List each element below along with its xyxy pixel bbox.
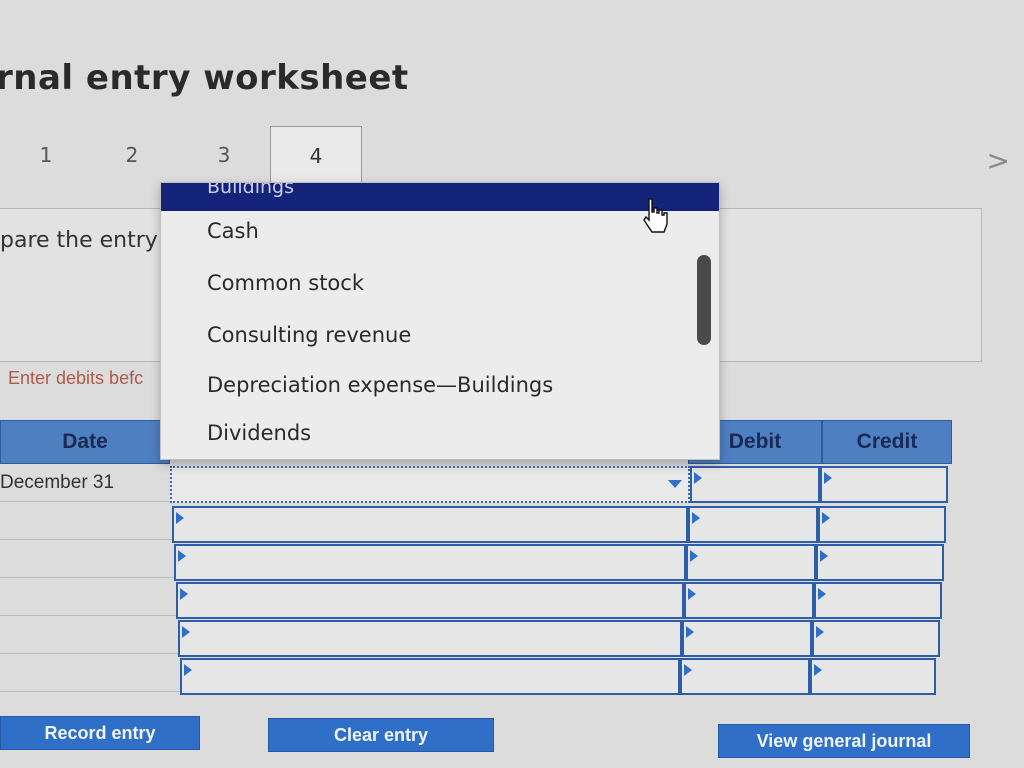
account-dropdown-list[interactable]: Buildings Cash Common stock Consulting r…: [160, 182, 720, 460]
triangle-marker-icon: [182, 626, 190, 638]
note-text: Enter debits befc: [8, 368, 144, 388]
view-general-journal-button[interactable]: View general journal: [718, 724, 970, 758]
triangle-marker-icon: [814, 664, 822, 676]
tab-1[interactable]: 1: [0, 126, 92, 184]
debit-input[interactable]: [688, 506, 818, 543]
account-select[interactable]: [172, 506, 688, 543]
date-cell: [0, 502, 172, 540]
credit-input[interactable]: [814, 582, 942, 619]
account-select[interactable]: [170, 466, 690, 503]
triangle-marker-icon: [824, 472, 832, 484]
debit-input[interactable]: [684, 582, 814, 619]
credit-column-header: Credit: [822, 420, 952, 464]
triangle-marker-icon: [184, 664, 192, 676]
triangle-marker-icon: [178, 550, 186, 562]
triangle-marker-icon: [690, 550, 698, 562]
tab-3[interactable]: 3: [178, 126, 270, 184]
account-select[interactable]: [176, 582, 684, 619]
triangle-marker-icon: [822, 512, 830, 524]
dropdown-option[interactable]: Cash: [207, 219, 259, 243]
instruction-text: pare the entry: [0, 228, 158, 253]
triangle-marker-icon: [694, 472, 702, 484]
triangle-marker-icon: [684, 664, 692, 676]
step-tabs: 1 2 3 4: [0, 126, 370, 184]
date-cell: December 31: [0, 464, 170, 502]
chevron-down-icon: [668, 480, 682, 488]
credit-input[interactable]: [818, 506, 946, 543]
date-cell: [0, 578, 176, 616]
credit-input[interactable]: [816, 544, 944, 581]
triangle-marker-icon: [180, 588, 188, 600]
triangle-marker-icon: [692, 512, 700, 524]
journal-table: Date Debit Credit December 31: [0, 420, 952, 698]
dropdown-option[interactable]: Dividends: [207, 421, 311, 445]
dropdown-option[interactable]: Depreciation expense—Buildings: [207, 373, 553, 397]
dropdown-option[interactable]: Consulting revenue: [207, 323, 411, 347]
tab-2[interactable]: 2: [86, 126, 178, 184]
account-select[interactable]: [174, 544, 686, 581]
debit-input[interactable]: [682, 620, 812, 657]
debit-input[interactable]: [690, 466, 820, 503]
date-cell: [0, 540, 174, 578]
triangle-marker-icon: [818, 588, 826, 600]
triangle-marker-icon: [820, 550, 828, 562]
credit-input[interactable]: [820, 466, 948, 503]
tab-4[interactable]: 4: [270, 126, 362, 184]
debit-input[interactable]: [680, 658, 810, 695]
chevron-right-icon[interactable]: >: [987, 144, 1010, 177]
account-select[interactable]: [178, 620, 682, 657]
triangle-marker-icon: [688, 588, 696, 600]
record-entry-button[interactable]: Record entry: [0, 716, 200, 750]
date-column-header: Date: [0, 420, 170, 464]
clear-entry-button[interactable]: Clear entry: [268, 718, 494, 752]
hand-pointer-icon: [643, 198, 668, 233]
page-title: rnal entry worksheet: [0, 58, 409, 98]
date-cell: [0, 654, 180, 692]
triangle-marker-icon: [176, 512, 184, 524]
account-select[interactable]: [180, 658, 680, 695]
triangle-marker-icon: [686, 626, 694, 638]
credit-input[interactable]: [812, 620, 940, 657]
dropdown-option[interactable]: Common stock: [207, 271, 364, 295]
triangle-marker-icon: [816, 626, 824, 638]
debit-input[interactable]: [686, 544, 816, 581]
dropdown-scrollbar[interactable]: [697, 255, 711, 345]
credit-input[interactable]: [810, 658, 936, 695]
dropdown-option-highlighted[interactable]: Buildings: [161, 183, 719, 211]
date-cell: [0, 616, 178, 654]
